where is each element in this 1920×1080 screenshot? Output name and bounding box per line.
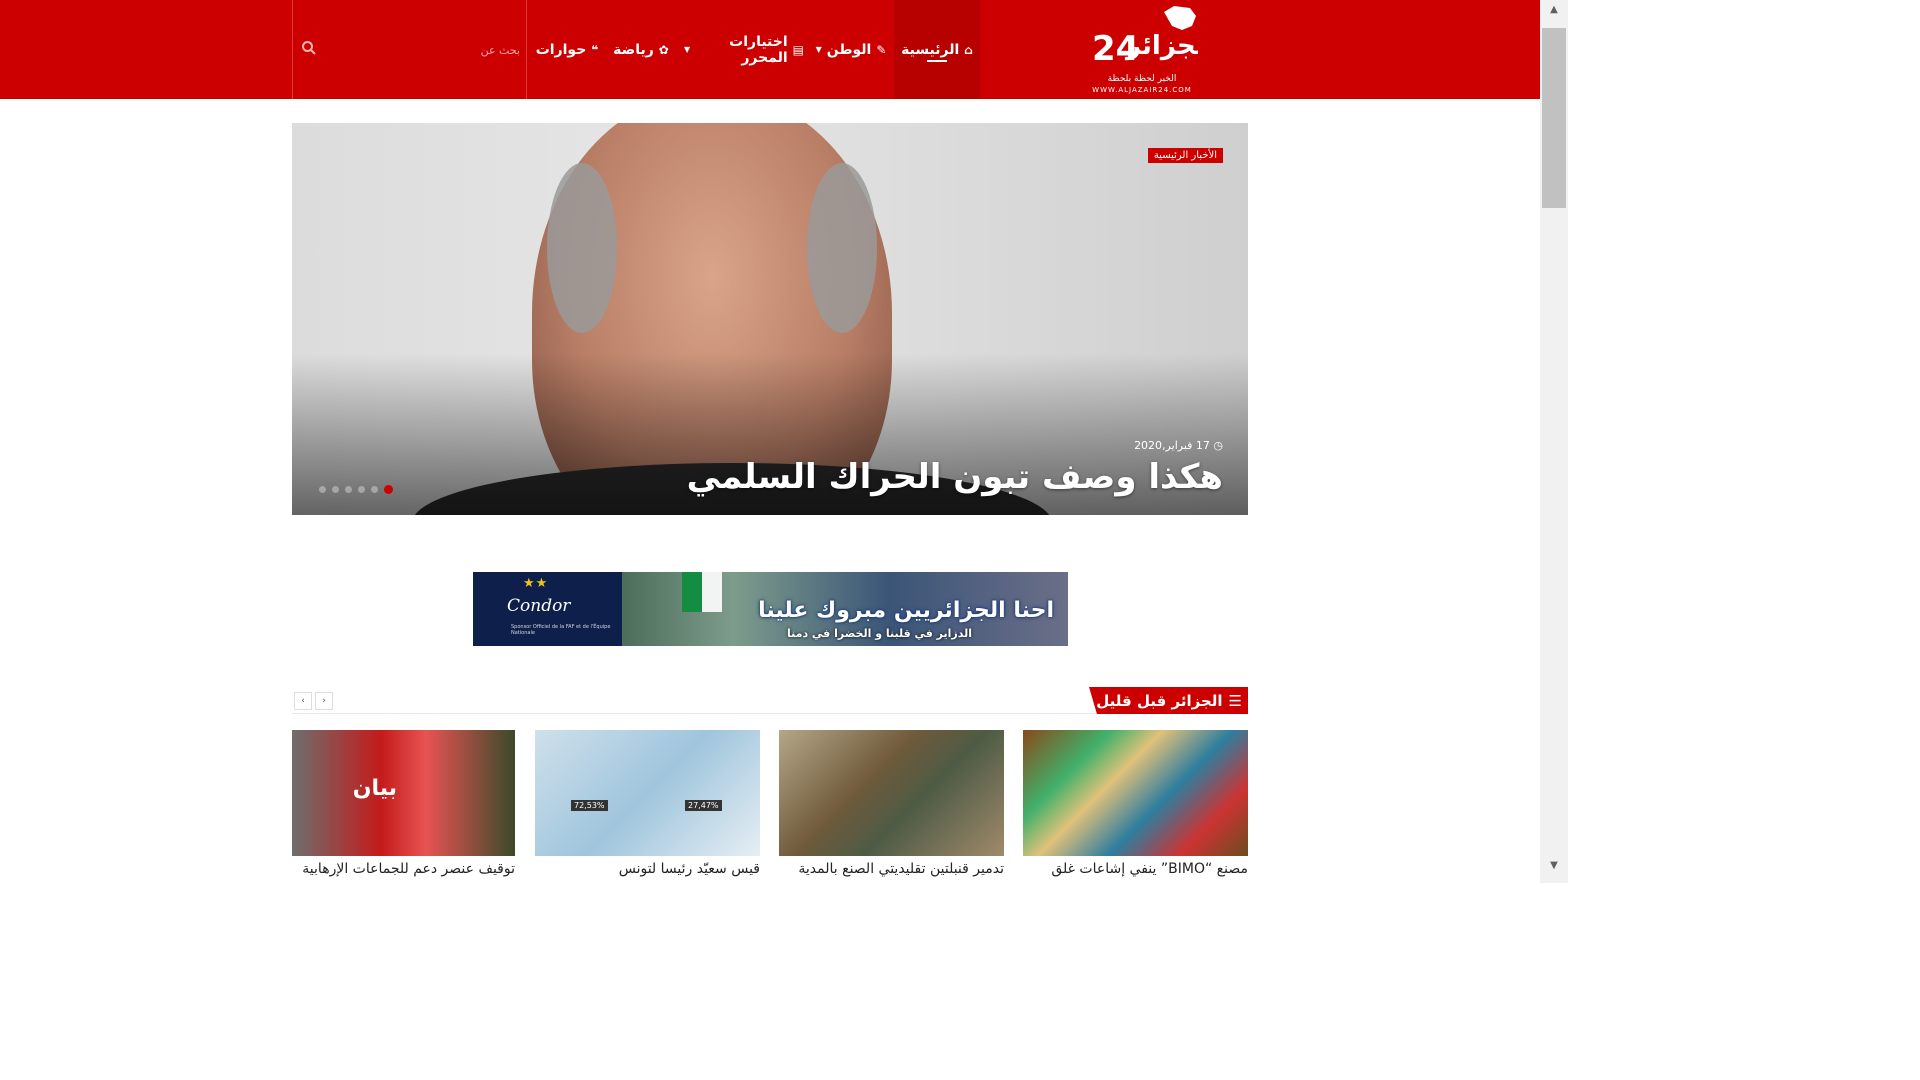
ad-brand-name: Condor [507,596,571,616]
clock-icon: ◷ [1213,439,1223,452]
nav-divider [526,0,527,99]
chevron-down-icon: ▼ [815,45,822,54]
hero-title[interactable]: هكذا وصف تبون الحراك السلمي [687,457,1223,497]
nav-label-sport: رياضة [613,41,654,58]
ad-brand-sub: Sponsor Officiel de la FAF et de l'Équip… [511,624,611,636]
section-title: ☰ الجزائر قبل قليل [1089,687,1248,714]
chevron-down-icon: ▼ [684,45,691,54]
hero-image-detail [807,163,877,333]
slider-dot[interactable] [332,486,339,493]
carousel-prev-button[interactable]: ‹ [294,692,312,710]
soccer-ball-icon: ✿ [658,42,669,57]
slider-dot[interactable] [319,486,326,493]
search-input[interactable] [330,36,522,64]
nav-item-editor-picks[interactable]: ▤ اختيارات المحرر ▼ [684,0,804,99]
card-thumbnail[interactable]: 72,53% 27,47% [535,730,760,856]
news-card[interactable]: 72,53% 27,47% قيس سعيّد رئيسا لتونس [535,730,760,877]
slider-dots [319,485,393,494]
list-icon: ☰ [1228,691,1242,710]
newspaper-icon: ▤ [792,42,804,57]
news-card[interactable]: بيان توقيف عنصر دعم للجماعات الإرهابية [292,730,515,877]
card-title[interactable]: مصنع “BIMO” ينفي إشاعات غلق [1023,861,1248,877]
edit-icon: ✎ [876,42,887,57]
nav-divider [292,0,293,99]
card-badge: بيان [352,776,397,801]
ad-headline: احنا الجزائريين مبروك علينا [758,598,1054,623]
nav-label-home: الرئيسية [901,41,960,58]
logo-mark: 24 الجزائر [1092,6,1198,66]
card-thumbnail[interactable] [1023,730,1248,856]
algeria-flag-icon [682,572,722,612]
nav-item-home[interactable]: ⌂ الرئيسية [894,0,980,99]
hero-slider[interactable]: الأخبار الرئيسية ◷ 17 فبراير,2020 هكذا و… [292,123,1248,515]
category-badge[interactable]: الأخبار الرئيسية [1147,148,1223,163]
card-title[interactable]: تدمير قنبلتين تقليديتي الصنع بالمدية [779,861,1004,877]
card-title[interactable]: قيس سعيّد رئيسا لتونس [535,861,760,877]
logo-tagline: الخبر لحظة بلحظة [1107,74,1177,84]
ad-subline: الدزاير في قلبنا و الخضرا في دمنا [787,627,972,640]
news-card[interactable]: مصنع “BIMO” ينفي إشاعات غلق [1023,730,1248,877]
slider-dot-active[interactable] [384,485,393,494]
slider-dot[interactable] [345,486,352,493]
site-logo[interactable]: 24 الجزائر الخبر لحظة بلحظة WWW.ALJAZAIR… [1086,4,1198,96]
hero-date-text: 17 فبراير,2020 [1134,439,1210,452]
card-percent-left: 72,53% [571,800,608,811]
card-thumbnail[interactable] [779,730,1004,856]
card-percent-right: 27,47% [685,800,722,811]
nav-label-interviews: حوارات [535,41,587,58]
nav-item-watan[interactable]: ✎ الوطن ▼ [815,0,887,99]
svg-text:الجزائر: الجزائر [1124,31,1198,61]
hero-image-detail [547,163,617,333]
stars-icon: ★★ [523,576,549,591]
ad-brand-panel: ★★ Condor Sponsor Officiel de la FAF et … [473,572,622,646]
scroll-down-arrow-icon[interactable]: ▼ [1547,860,1561,874]
home-icon: ⌂ [964,42,973,57]
nav-item-interviews[interactable]: ❝ حوارات [534,0,600,99]
news-card[interactable]: تدمير قنبلتين تقليديتي الصنع بالمدية [779,730,1004,877]
active-indicator [927,60,947,62]
search-icon[interactable] [301,40,317,56]
logo-url: WWW.ALJAZAIR24.COM [1092,86,1192,94]
nav-label-watan: الوطن [826,41,872,58]
ad-photo: احنا الجزائريين مبروك علينا الدزاير في ق… [622,572,1068,646]
scrollbar-thumb[interactable] [1542,28,1566,208]
ad-banner[interactable]: ★★ Condor Sponsor Officiel de la FAF et … [473,572,1068,646]
hero-date: ◷ 17 فبراير,2020 [1134,439,1223,452]
carousel-next-button[interactable]: › [315,692,333,710]
scroll-up-arrow-icon[interactable]: ▲ [1547,4,1561,18]
nav-item-sport[interactable]: ✿ رياضة [612,0,670,99]
card-title[interactable]: توقيف عنصر دعم للجماعات الإرهابية [292,861,515,877]
slider-dot[interactable] [371,486,378,493]
card-thumbnail[interactable]: بيان [292,730,515,856]
chat-icon: ❝ [591,42,599,57]
section-title-text: الجزائر قبل قليل [1096,691,1223,710]
nav-label-editor-picks: اختيارات المحرر [729,33,788,66]
slider-dot[interactable] [358,486,365,493]
site-header: 24 الجزائر الخبر لحظة بلحظة WWW.ALJAZAIR… [0,0,1540,99]
